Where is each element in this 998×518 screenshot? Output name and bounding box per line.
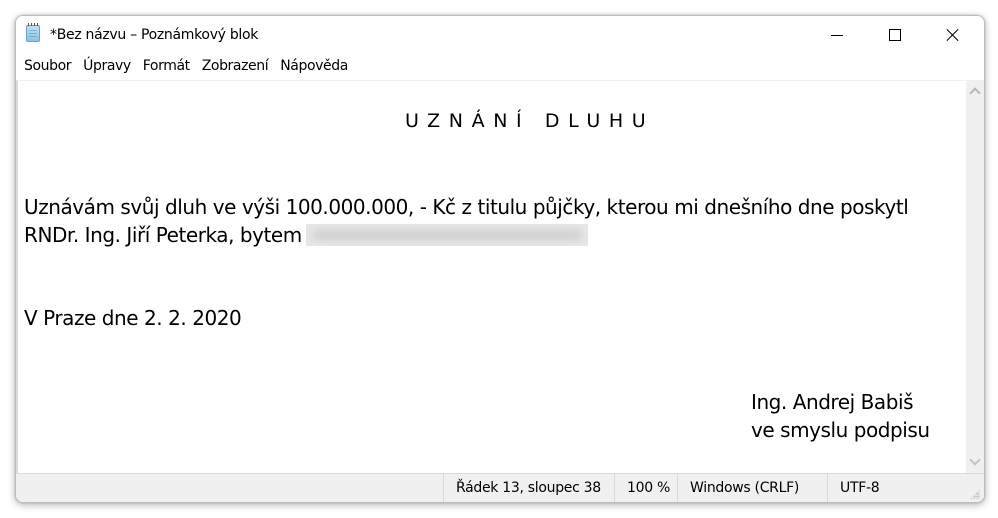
encoding: UTF-8 [827, 474, 967, 502]
document-line: Uznávám svůj dluh ve výši 100.000.000, -… [24, 195, 909, 219]
text-editor[interactable]: UZNÁNÍ DLUHU Uznávám svůj dluh ve výši 1… [16, 80, 966, 473]
menu-format[interactable]: Formát [137, 54, 196, 78]
chevron-down-icon [969, 454, 981, 466]
maximize-button[interactable] [866, 16, 924, 54]
vertical-scrollbar[interactable] [966, 80, 984, 473]
scroll-down-button[interactable] [966, 453, 984, 471]
status-bar: Řádek 13, sloupec 38 100 % Windows (CRLF… [16, 473, 984, 502]
document-line-date: V Praze dne 2. 2. 2020 [24, 306, 242, 330]
scroll-up-button[interactable] [966, 82, 984, 100]
resize-grip-icon[interactable] [970, 489, 980, 499]
maximize-icon [889, 29, 901, 41]
notepad-icon [26, 23, 40, 42]
redacted-address [305, 223, 588, 246]
signature-name: Ing. Andrej Babiš [751, 390, 914, 414]
menu-zobrazeni[interactable]: Zobrazení [196, 54, 275, 78]
menu-upravy[interactable]: Úpravy [77, 54, 137, 78]
title-bar[interactable]: *Bez názvu – Poznámkový blok [16, 16, 984, 54]
signature-note: ve smyslu podpisu [751, 418, 930, 442]
cursor-position: Řádek 13, sloupec 38 [443, 474, 614, 502]
close-icon [946, 28, 960, 42]
close-button[interactable] [924, 16, 982, 54]
minimize-button[interactable] [808, 16, 866, 54]
menu-bar: Soubor Úpravy Formát Zobrazení Nápověda [16, 54, 984, 78]
zoom-level: 100 % [614, 474, 677, 502]
minimize-icon [831, 34, 843, 36]
document-title: UZNÁNÍ DLUHU [405, 110, 655, 132]
menu-napoveda[interactable]: Nápověda [274, 54, 354, 78]
notepad-window: *Bez názvu – Poznámkový blok Soubor Úpra… [15, 15, 985, 503]
menu-soubor[interactable]: Soubor [18, 54, 77, 78]
window-title: *Bez názvu – Poznámkový blok [50, 27, 259, 43]
line-ending: Windows (CRLF) [677, 474, 827, 502]
document-line-address: RNDr. Ing. Jiří Peterka, bytem [24, 223, 588, 248]
chevron-up-icon [969, 87, 981, 99]
document-line-text: RNDr. Ing. Jiří Peterka, bytem [24, 223, 302, 247]
